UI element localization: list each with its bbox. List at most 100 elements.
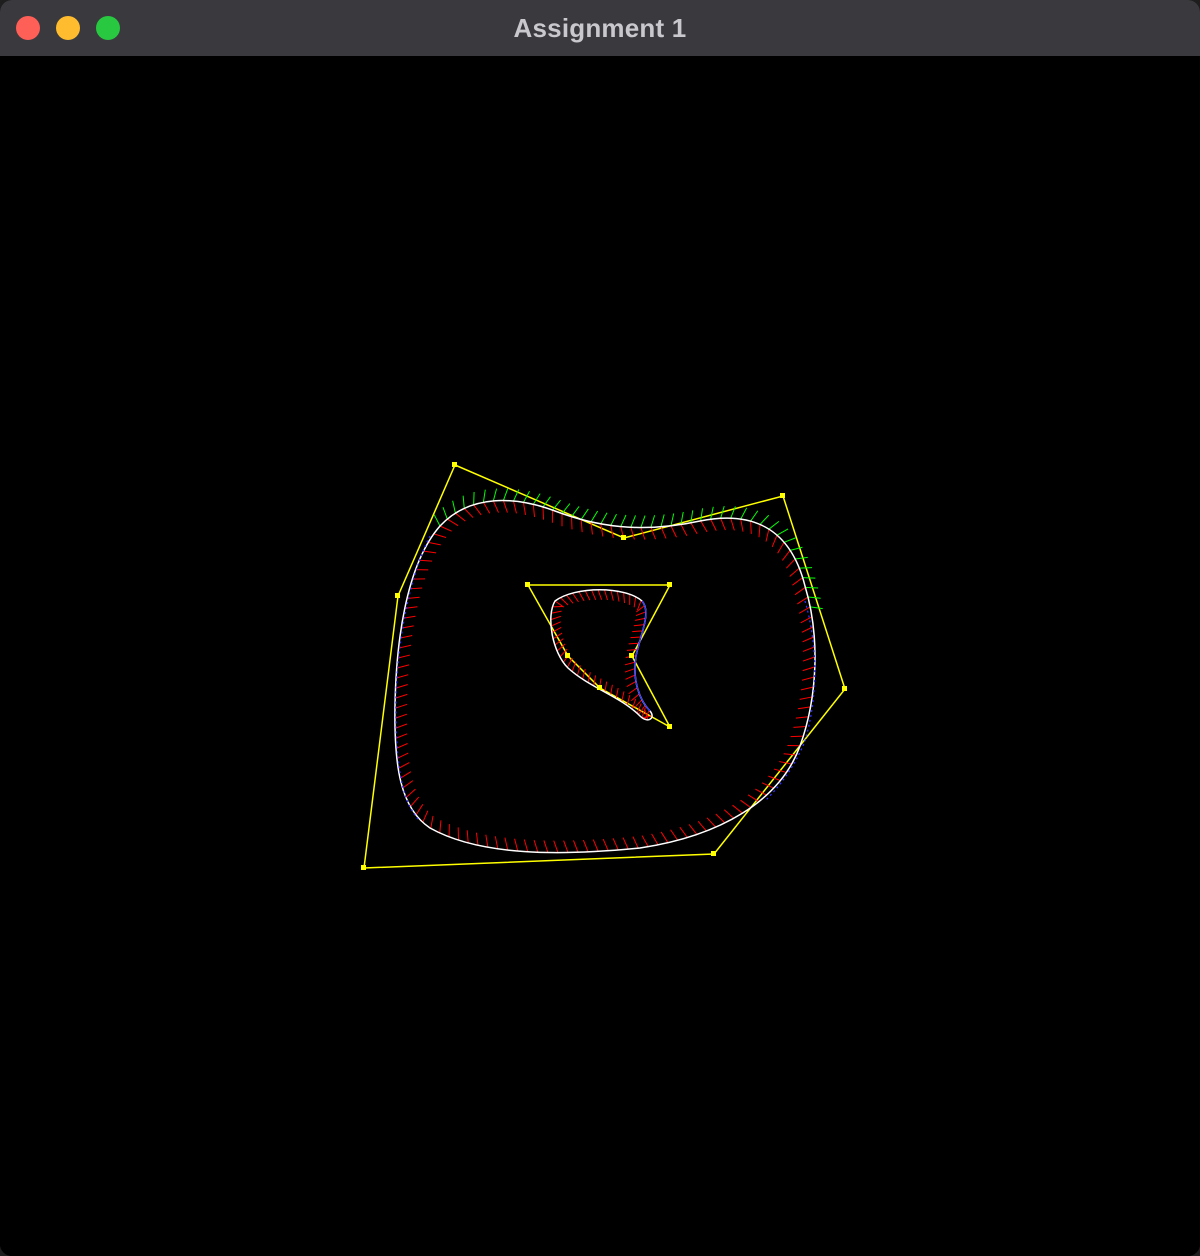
normal-tick [394, 713, 408, 719]
normal-tick [802, 646, 815, 652]
app-window: Assignment 1 [0, 0, 1200, 1256]
normal-tick [582, 839, 589, 853]
outer-curve-normals [394, 500, 816, 853]
normal-tick [430, 815, 434, 829]
normal-tick [433, 514, 441, 527]
normal-tick [802, 656, 816, 662]
normal-tick [706, 817, 717, 828]
normal-tick [620, 514, 627, 527]
title-bar[interactable]: Assignment 1 [0, 0, 1200, 57]
normal-tick [723, 809, 735, 819]
normal-tick [799, 567, 813, 569]
normal-tick [550, 621, 561, 627]
normal-tick [781, 550, 791, 561]
normal-tick [632, 836, 639, 849]
normal-tick [630, 527, 635, 540]
normal-tick [697, 820, 707, 832]
normal-tick [688, 824, 698, 835]
control-points[interactable] [361, 462, 847, 870]
normal-tick [602, 838, 609, 851]
normal-tick [475, 832, 479, 846]
normal-tick [592, 839, 599, 852]
normal-tick [455, 512, 466, 522]
normal-tick [394, 703, 408, 709]
normal-tick [771, 534, 778, 548]
normal-tick [473, 504, 482, 516]
normal-tick [680, 524, 688, 536]
normal-tick [466, 830, 469, 843]
normal-tick [395, 693, 408, 699]
normal-tick [616, 591, 620, 602]
normal-tick [710, 506, 714, 520]
normal-tick [789, 567, 800, 577]
outer-bspline-curve [394, 499, 816, 854]
normal-tick [532, 504, 536, 518]
normal-tick [632, 630, 643, 633]
normal-tick [750, 521, 752, 534]
normal-tick [492, 500, 499, 513]
normal-tick [578, 591, 585, 602]
normal-tick [494, 836, 499, 849]
normal-tick [512, 500, 517, 514]
normal-tick [795, 556, 808, 560]
normal-tick [700, 508, 704, 521]
normal-tick [610, 590, 614, 601]
normal-tick [415, 804, 424, 816]
normal-tick [597, 589, 603, 600]
normal-tick [768, 775, 781, 781]
normal-tick [660, 526, 667, 539]
normal-tick [670, 525, 677, 538]
normal-tick [805, 586, 819, 589]
normal-tick [630, 636, 642, 639]
normal-tick [633, 596, 637, 608]
normal-tick [514, 838, 519, 852]
normal-tick [600, 512, 608, 525]
normal-tick [543, 840, 549, 853]
normal-tick [522, 502, 527, 515]
normal-tick [580, 519, 583, 533]
normal-tick [624, 668, 636, 673]
normal-tick [777, 542, 785, 554]
normal-tick [810, 606, 823, 610]
normal-tick [573, 840, 579, 853]
normal-tick [482, 489, 486, 503]
normal-tick [799, 696, 813, 700]
normal-tick [422, 810, 429, 823]
normal-tick [635, 611, 647, 617]
normal-tick [423, 550, 437, 554]
normal-tick [566, 657, 573, 668]
normal-tick [612, 838, 619, 851]
normal-tick [732, 804, 743, 814]
normal-tick [394, 723, 408, 729]
normal-tick [670, 829, 679, 841]
normal-tick [395, 674, 409, 679]
normal-tick [485, 834, 489, 848]
normal-tick [571, 506, 580, 517]
normal-tick [462, 495, 465, 509]
normal-tick [590, 510, 599, 523]
normal-tick [623, 592, 626, 604]
inner-control-polygon [526, 584, 672, 729]
normal-tick [651, 833, 659, 846]
normal-tick [660, 514, 665, 527]
normal-tick [405, 788, 416, 798]
normal-tick [603, 589, 608, 601]
normal-tick [396, 664, 410, 669]
normal-tick [565, 594, 574, 604]
normal-tick [759, 514, 770, 525]
normal-tick [610, 513, 617, 526]
normal-tick [560, 597, 569, 606]
normal-tick [641, 835, 649, 847]
curve-scene[interactable] [0, 56, 1200, 1256]
normal-tick [626, 648, 638, 651]
normal-tick [591, 589, 597, 600]
normal-tick [640, 515, 646, 528]
normal-tick [626, 680, 637, 688]
normal-tick [550, 615, 562, 621]
normal-tick [399, 771, 412, 779]
gl-canvas[interactable] [0, 56, 1200, 1256]
normal-tick [802, 666, 815, 672]
normal-tick [679, 826, 688, 838]
normal-tick [776, 528, 789, 536]
normal-tick [795, 716, 809, 719]
